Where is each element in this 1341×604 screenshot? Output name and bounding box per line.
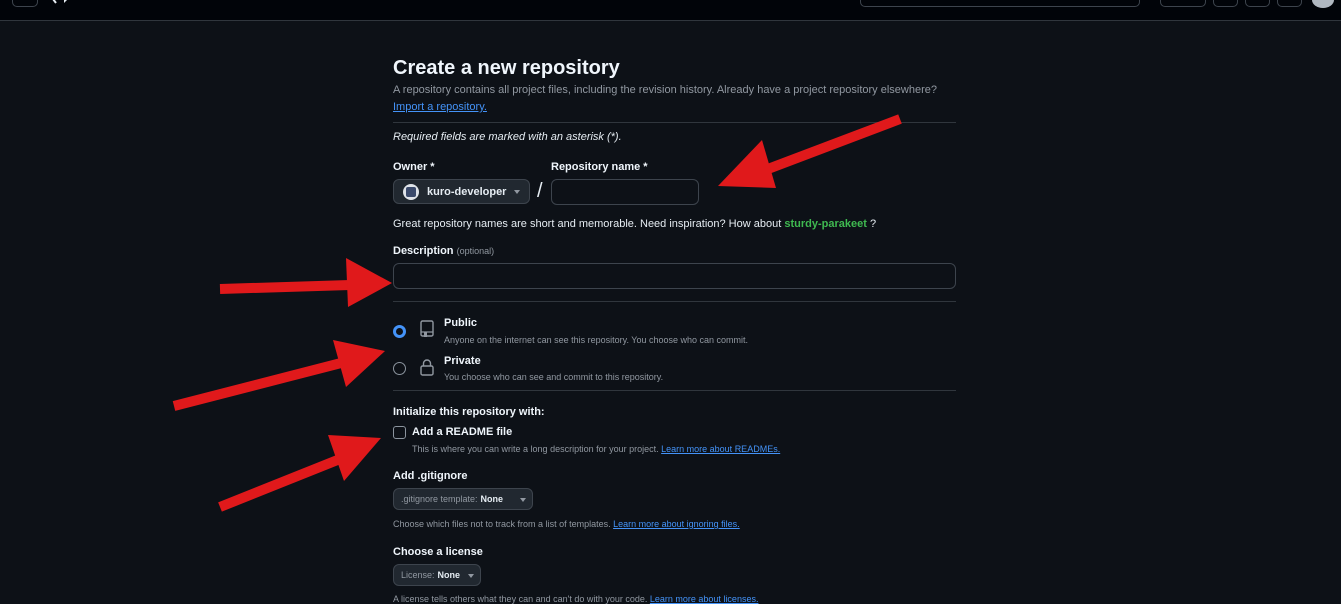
arrow-to-repository-name bbox=[718, 114, 902, 188]
arrow-to-readme bbox=[218, 435, 381, 512]
arrow-to-description bbox=[219, 258, 392, 307]
arrow-to-visibility bbox=[172, 340, 385, 411]
annotation-arrows bbox=[172, 114, 902, 512]
